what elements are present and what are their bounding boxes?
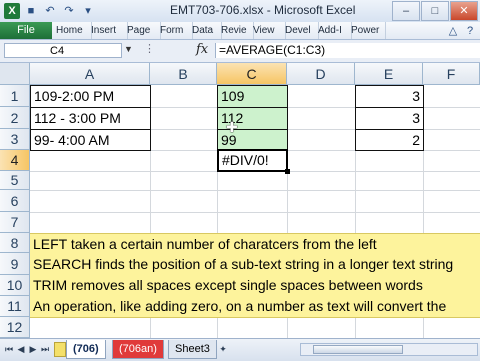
select-all-corner[interactable] xyxy=(0,63,30,85)
column-header-e[interactable]: E xyxy=(355,63,423,85)
cell-a3[interactable]: 99- 4:00 AM xyxy=(30,129,151,151)
gridline xyxy=(30,190,480,191)
row-header-10[interactable]: 10 xyxy=(0,275,30,296)
minimize-icon[interactable]: – xyxy=(392,1,420,21)
fill-handle[interactable] xyxy=(285,169,290,174)
cell-a2[interactable]: 112 - 3:00 PM xyxy=(30,107,151,130)
tab-home[interactable]: Home xyxy=(54,22,92,39)
tab-formulas[interactable]: Form xyxy=(158,22,193,39)
window-controls: – □ ✕ xyxy=(392,1,478,21)
next-sheet-icon[interactable]: ▶ xyxy=(28,342,38,356)
formula-bar: C4 ▼ ⋮ fx =AVERAGE(C1:C3) xyxy=(0,40,480,63)
cell-e2[interactable]: 3 xyxy=(355,107,424,130)
worksheet-grid[interactable]: A B C D E F 1 2 3 4 5 6 7 8 9 10 11 12 1… xyxy=(0,63,480,338)
redo-icon[interactable]: ↷ xyxy=(61,3,77,19)
row-header-1[interactable]: 1 xyxy=(0,85,30,107)
row-header-5[interactable]: 5 xyxy=(0,171,30,190)
cell-cursor-icon: ✚ xyxy=(226,119,238,135)
row-header-12[interactable]: 12 xyxy=(0,317,30,338)
maximize-icon[interactable]: □ xyxy=(421,1,449,21)
formula-input[interactable]: =AVERAGE(C1:C3) xyxy=(215,43,480,58)
column-header-a[interactable]: A xyxy=(30,63,150,85)
sheet-tab-bar: ⏮ ◀ ▶ ⏭ (706) (706an) Sheet3 ✦ xyxy=(0,338,480,361)
tab-data[interactable]: Data xyxy=(190,22,222,39)
tab-review[interactable]: Revie xyxy=(219,22,254,39)
gridline xyxy=(30,212,480,213)
row-header-7[interactable]: 7 xyxy=(0,212,30,233)
customize-qat-icon[interactable]: ▾ xyxy=(80,3,96,19)
sheet-tab-color-icon xyxy=(54,342,66,357)
row-header-3[interactable]: 3 xyxy=(0,129,30,150)
row-header-9[interactable]: 9 xyxy=(0,253,30,275)
horizontal-scrollbar[interactable] xyxy=(300,343,478,356)
name-box[interactable]: C4 xyxy=(4,43,122,58)
help-icon[interactable]: ? xyxy=(462,23,478,39)
cell-c4-active[interactable]: #DIV/0! xyxy=(217,149,288,172)
save-icon[interactable]: ■ xyxy=(23,3,39,19)
row-header-6[interactable]: 6 xyxy=(0,190,30,212)
horizontal-scrollbar-thumb[interactable] xyxy=(313,345,403,354)
column-header-c[interactable]: C xyxy=(217,63,287,85)
sheet-tab-706an[interactable]: (706an) xyxy=(112,340,164,359)
note-row-11[interactable]: An operation, like adding zero, on a num… xyxy=(30,296,480,318)
cell-e3[interactable]: 2 xyxy=(355,129,424,151)
row-header-2[interactable]: 2 xyxy=(0,107,30,129)
cell-e1[interactable]: 3 xyxy=(355,85,424,108)
tab-add-ins[interactable]: Add-I xyxy=(316,22,352,39)
insert-sheet-icon[interactable]: ✦ xyxy=(218,342,228,356)
excel-logo-icon[interactable]: X xyxy=(4,3,20,19)
name-box-dropdown-icon[interactable]: ▼ xyxy=(124,44,133,54)
tab-insert[interactable]: Insert xyxy=(89,22,128,39)
formula-bar-grip-icon: ⋮ xyxy=(144,43,155,55)
note-row-9[interactable]: SEARCH finds the position of a sub-text … xyxy=(30,253,480,276)
undo-icon[interactable]: ↶ xyxy=(42,3,58,19)
column-header-d[interactable]: D xyxy=(287,63,355,85)
tab-view[interactable]: View xyxy=(251,22,286,39)
prev-sheet-icon[interactable]: ◀ xyxy=(16,342,26,356)
close-icon[interactable]: ✕ xyxy=(450,1,478,21)
last-sheet-icon[interactable]: ⏭ xyxy=(40,342,50,356)
row-header-4[interactable]: 4 xyxy=(0,150,30,171)
insert-function-icon[interactable]: fx xyxy=(196,42,208,57)
tab-power[interactable]: Power xyxy=(349,22,386,39)
column-header-f[interactable]: F xyxy=(423,63,480,85)
row-header-11[interactable]: 11 xyxy=(0,296,30,317)
window-title: EMT703-706.xlsx - Microsoft Excel xyxy=(170,3,356,17)
first-sheet-icon[interactable]: ⏮ xyxy=(4,342,14,356)
cell-c1[interactable]: 109 xyxy=(217,85,288,108)
quick-access-toolbar: X ■ ↶ ↷ ▾ xyxy=(4,3,96,19)
tab-page-layout[interactable]: Page xyxy=(125,22,161,39)
minimize-ribbon-icon[interactable]: △ xyxy=(445,23,461,39)
cell-a1[interactable]: 109-2:00 PM xyxy=(30,85,151,108)
sheet-tab-sheet3[interactable]: Sheet3 xyxy=(168,340,217,359)
title-bar: X ■ ↶ ↷ ▾ EMT703-706.xlsx - Microsoft Ex… xyxy=(0,0,480,23)
sheet-tab-706[interactable]: (706) xyxy=(66,340,106,359)
note-row-8[interactable]: LEFT taken a certain number of charatcer… xyxy=(30,233,480,254)
tab-file[interactable]: File xyxy=(0,22,52,39)
row-header-8[interactable]: 8 xyxy=(0,233,30,253)
column-header-b[interactable]: B xyxy=(150,63,217,85)
tab-developer[interactable]: Devel xyxy=(283,22,319,39)
ribbon-tabs: File Home Insert Page Form Data Revie Vi… xyxy=(0,22,480,40)
note-row-10[interactable]: TRIM removes all spaces except single sp… xyxy=(30,275,480,297)
